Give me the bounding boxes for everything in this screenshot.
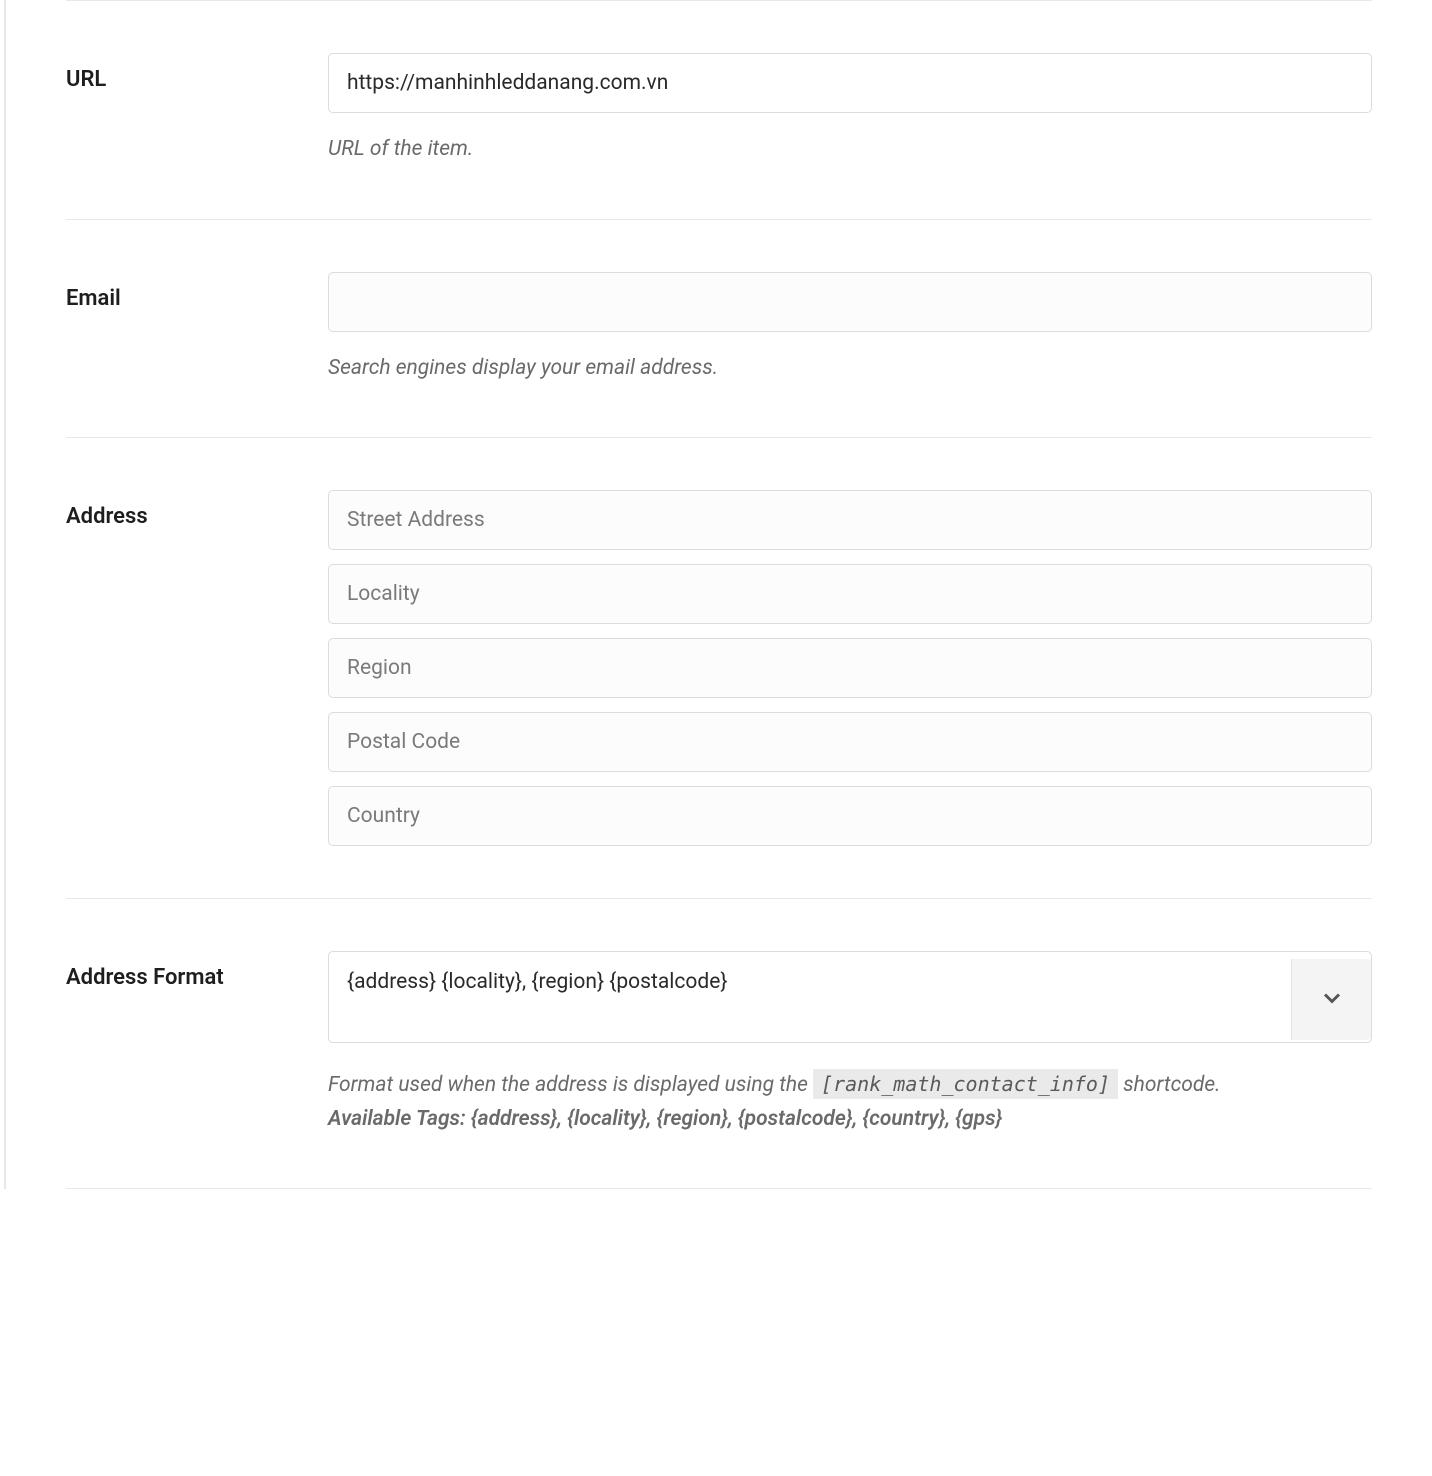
region-input[interactable]: [328, 638, 1372, 698]
street-input[interactable]: [328, 490, 1372, 550]
url-section: URL URL of the item.: [66, 0, 1372, 219]
url-label: URL: [66, 67, 106, 92]
address-format-label: Address Format: [66, 965, 224, 990]
helper-prefix: Format used when the address is displaye…: [328, 1073, 813, 1097]
email-helper: Search engines display your email addres…: [328, 352, 1372, 386]
email-input[interactable]: [328, 272, 1372, 332]
address-format-helper: Format used when the address is displaye…: [328, 1068, 1372, 1136]
address-format-input[interactable]: [328, 951, 1372, 1043]
address-format-section: Address Format Format used when the addr…: [66, 898, 1372, 1189]
expand-button[interactable]: [1291, 959, 1371, 1040]
url-helper: URL of the item.: [328, 133, 1372, 167]
email-label: Email: [66, 286, 121, 311]
locality-input[interactable]: [328, 564, 1372, 624]
url-input[interactable]: [328, 53, 1372, 113]
postal-input[interactable]: [328, 712, 1372, 772]
address-label: Address: [66, 504, 148, 529]
helper-suffix: shortcode.: [1118, 1073, 1221, 1097]
address-section: Address: [66, 437, 1372, 898]
chevron-down-icon: [1318, 984, 1346, 1015]
email-section: Email Search engines display your email …: [66, 219, 1372, 438]
tags-value: {address}, {locality}, {region}, {postal…: [471, 1107, 1002, 1131]
country-input[interactable]: [328, 786, 1372, 846]
helper-code: [rank_math_contact_info]: [813, 1069, 1118, 1099]
tags-label: Available Tags:: [328, 1107, 471, 1131]
